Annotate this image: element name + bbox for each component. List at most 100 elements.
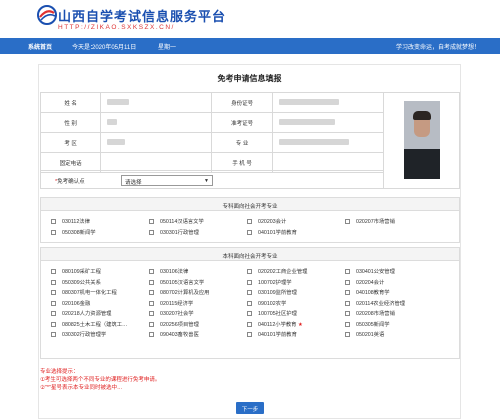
undergrad-option-label: 090403畜牧兽医 — [160, 332, 199, 338]
undergrad-option-label: 020208市场营销 — [356, 311, 395, 317]
chevron-down-icon: ▼ — [204, 178, 209, 184]
checkbox[interactable] — [345, 332, 350, 337]
checkbox[interactable] — [149, 279, 154, 285]
site-header: 山西自学考试信息服务平台 HTTP://ZIKAO.SXKSZX.CN/ — [0, 0, 500, 38]
applicant-info-table: 姓 名 身份证号 性 别 准考证号 考 区 专 业 固定电话 手 机 号 — [39, 92, 385, 173]
specialty-section-header: 专科面向社会开考专业 — [40, 197, 460, 211]
undergrad-section-header: 本科面向社会开考专业 — [40, 247, 460, 261]
undergrad-option[interactable]: 030106法律 — [149, 267, 188, 275]
specialty-option[interactable]: 050308新闻学 — [51, 228, 96, 236]
checkbox[interactable] — [51, 219, 56, 224]
undergrad-option[interactable]: 030401公安管理 — [345, 267, 395, 275]
undergrad-option[interactable]: 020115经济学 — [149, 299, 193, 307]
checkbox[interactable] — [247, 311, 252, 316]
undergrad-option[interactable]: 080825土木工程（建筑工… — [51, 320, 127, 328]
checkbox[interactable] — [149, 290, 154, 295]
next-button[interactable]: 下一步 — [236, 402, 264, 414]
checkbox[interactable] — [51, 229, 56, 235]
checkbox[interactable] — [247, 290, 252, 295]
site-url[interactable]: HTTP://ZIKAO.SXKSZX.CN/ — [58, 24, 175, 31]
specialty-option[interactable]: 040101学前教育 — [247, 228, 297, 236]
checkbox[interactable] — [149, 269, 154, 274]
checkbox[interactable] — [149, 311, 154, 316]
checkbox[interactable] — [247, 279, 252, 285]
checkbox[interactable] — [345, 300, 350, 306]
specialty-option[interactable]: 050114汉语言文学 — [149, 217, 204, 225]
nav-home-link[interactable]: 系统首页 — [28, 42, 52, 51]
undergrad-option[interactable]: 030207社会学 — [149, 309, 194, 317]
specialty-option[interactable]: 020203会计 — [247, 217, 286, 225]
undergrad-option[interactable]: 020218人力资源管理 — [51, 309, 111, 317]
exempt-point-select[interactable]: 请选择 ▼ — [121, 175, 213, 186]
checkbox[interactable] — [51, 300, 56, 306]
specialty-option[interactable]: 020207市场营销 — [345, 217, 395, 225]
checkbox[interactable] — [247, 332, 252, 337]
checkbox[interactable] — [149, 332, 154, 337]
specialty-option[interactable]: 030301行政管理 — [149, 228, 199, 236]
exam-no-value — [271, 112, 385, 133]
undergrad-option[interactable]: 100705社区护理 — [247, 309, 297, 317]
checkbox[interactable] — [247, 300, 252, 306]
undergrad-option[interactable]: 020208市场营销 — [345, 309, 395, 317]
exam-area-label: 考 区 — [39, 132, 102, 153]
checkbox[interactable] — [345, 321, 350, 327]
applicant-photo — [404, 101, 440, 179]
undergrad-option[interactable]: 090102农学 — [247, 299, 286, 307]
undergrad-option-label: 020204会计 — [356, 279, 385, 286]
undergrad-option[interactable]: 030302行政管理学 — [51, 330, 106, 338]
checkbox[interactable] — [51, 311, 56, 316]
undergrad-option-label: 100702护理学 — [258, 279, 292, 286]
undergrad-option[interactable]: 040108教育学 — [345, 288, 390, 296]
checkbox[interactable] — [345, 279, 350, 285]
undergrad-option[interactable]: 050105汉语言文学 — [149, 278, 204, 286]
checkbox[interactable] — [345, 290, 350, 295]
checkbox[interactable] — [51, 332, 56, 337]
undergrad-option[interactable]: 080109采矿工程 — [51, 267, 101, 275]
checkbox[interactable] — [247, 219, 252, 224]
exempt-point-row: *免考确认点 请选择 ▼ — [40, 170, 384, 189]
undergrad-option-label: 080702计算机及应用 — [160, 290, 210, 296]
slogan: 学习改变命运，自考成就梦想！ — [395, 45, 480, 51]
checkbox[interactable] — [149, 219, 154, 224]
specialty-option-label: 020203会计 — [258, 219, 287, 225]
undergrad-option-label: 030302行政管理学 — [62, 332, 107, 338]
photo-cell — [384, 92, 460, 189]
checkbox[interactable] — [345, 219, 350, 224]
checkbox[interactable] — [149, 229, 154, 235]
undergrad-option[interactable]: 050309公共关系 — [51, 278, 101, 286]
undergrad-option[interactable]: 050305新闻学 — [345, 320, 390, 328]
undergrad-option[interactable]: 040112小学教育 ★ — [247, 320, 303, 328]
undergrad-option[interactable]: 050201英语 — [345, 330, 384, 338]
specialty-option-label: 040101学前教育 — [258, 229, 297, 236]
undergrad-option[interactable]: 080702计算机及应用 — [149, 288, 209, 296]
checkbox[interactable] — [51, 269, 56, 274]
undergrad-option[interactable]: 100702护理学 — [247, 278, 292, 286]
undergrad-option[interactable]: 040101学前教育 — [247, 330, 297, 338]
undergrad-option[interactable]: 020204会计 — [345, 278, 384, 286]
specialty-option[interactable]: 030112法律 — [51, 217, 90, 225]
undergrad-option-label: 020218人力资源管理 — [62, 311, 112, 317]
specialty-option-label: 050114汉语言文学 — [160, 219, 204, 225]
undergrad-option[interactable]: 080307机电一体化工程 — [51, 288, 117, 296]
checkbox[interactable] — [149, 321, 154, 327]
checkbox[interactable] — [51, 279, 56, 285]
undergrad-option-label: 040108教育学 — [356, 290, 390, 296]
undergrad-option[interactable]: 030109监所管理 — [247, 288, 297, 296]
undergrad-option-label: 050105汉语言文学 — [160, 279, 205, 286]
undergrad-option[interactable]: 090403畜牧兽医 — [149, 330, 199, 338]
checkbox[interactable] — [247, 269, 252, 274]
checkbox[interactable] — [345, 311, 350, 316]
top-navbar: 系统首页 今天是： 2020年05月11日 星期一 学习改变命运，自考成就梦想！ — [0, 38, 500, 54]
undergrad-option[interactable]: 020114农业经济管理 — [345, 299, 405, 307]
checkbox[interactable] — [345, 269, 350, 274]
gender-label: 性 别 — [39, 112, 102, 133]
undergrad-option[interactable]: 020256项目管理 — [149, 320, 199, 328]
undergrad-option[interactable]: 020202工商企业管理 — [247, 267, 307, 275]
undergrad-option[interactable]: 020106金融 — [51, 299, 90, 307]
checkbox[interactable] — [51, 321, 56, 327]
selected-star-icon: ★ — [296, 321, 303, 328]
checkbox[interactable] — [51, 290, 56, 295]
checkbox[interactable] — [149, 300, 154, 306]
checkbox[interactable] — [247, 321, 252, 327]
checkbox[interactable] — [247, 229, 252, 235]
